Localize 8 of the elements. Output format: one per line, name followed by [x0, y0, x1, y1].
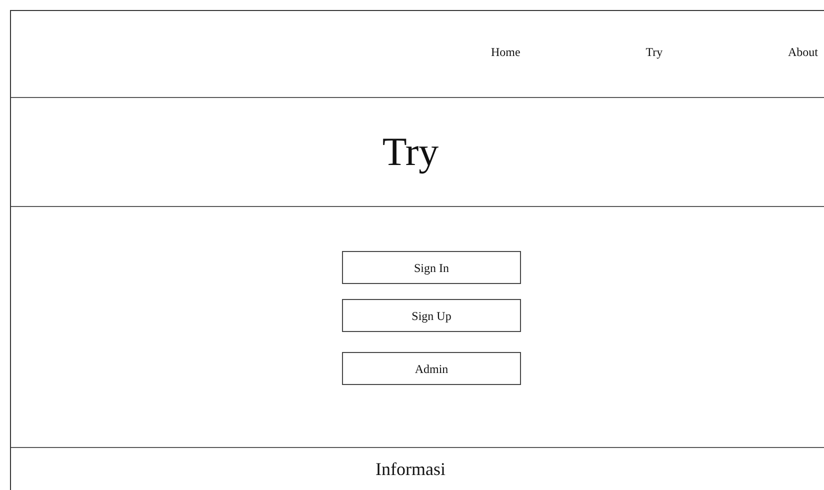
menu-button[interactable]: Sign Up: [342, 299, 521, 332]
footer-title: Informasi: [376, 458, 446, 480]
menu-button[interactable]: Admin: [342, 352, 521, 385]
nav-link[interactable]: Home: [491, 43, 520, 61]
menu-button[interactable]: Sign In: [342, 251, 521, 284]
page-title: Try: [382, 132, 439, 172]
nav-link[interactable]: Try: [646, 43, 663, 61]
nav-link[interactable]: About: [788, 43, 818, 61]
